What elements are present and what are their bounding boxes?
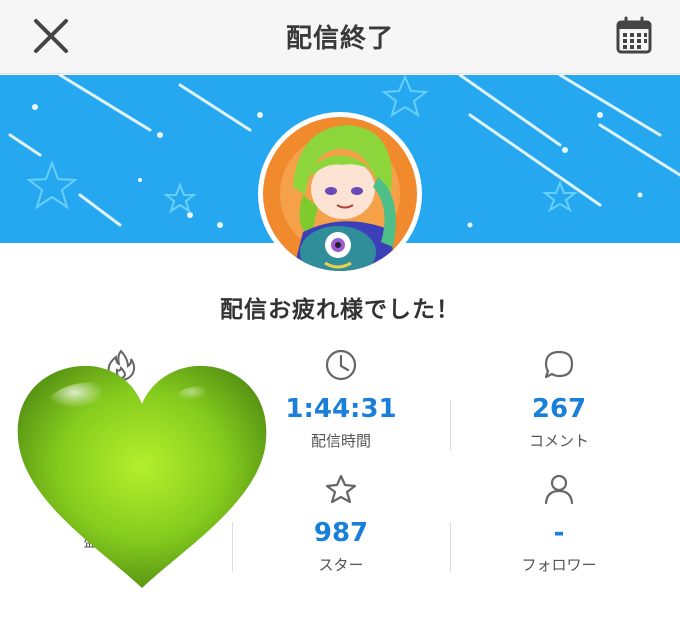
comments-label: コメント [528,432,589,450]
streamer-avatar [258,112,422,276]
stream-ended-screen: 配信終了 配信お疲れ様でした！ 1:44:31 配信時間 267 コメント 98… [0,0,680,621]
calendar-icon [616,16,652,54]
header-bar: 配信終了 [0,0,680,74]
calendar-button[interactable] [612,14,656,58]
followers-value: - [553,518,565,548]
star-icon [325,474,357,504]
person-icon [544,474,574,505]
stat-comments: 267 コメント [450,348,668,451]
comments-value: 267 [531,394,587,424]
clock-icon [325,349,357,381]
stat-followers: - フォロワー [450,472,668,575]
thanks-message: 配信お疲れ様でした！ [220,297,460,323]
heart-icon [17,365,267,588]
followers-label: フォロワー [521,556,597,574]
page-title: 配信終了 [285,24,394,54]
comment-icon [544,350,574,379]
